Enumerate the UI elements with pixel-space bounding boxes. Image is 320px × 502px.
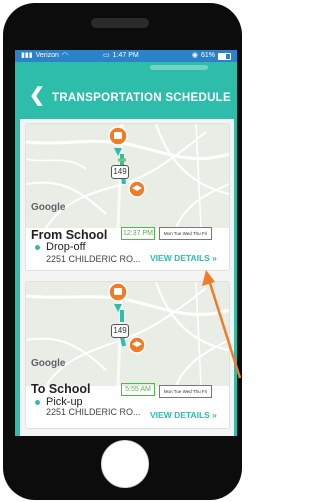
trip-days: Mon Tue Wed Thu Fri bbox=[159, 227, 212, 240]
trip-type: Drop-off bbox=[46, 241, 86, 253]
trip-type-dot bbox=[35, 245, 40, 250]
trip-title: To School bbox=[31, 382, 91, 396]
battery-percent: 61% bbox=[200, 52, 215, 59]
route-shield: 149 bbox=[111, 324, 129, 338]
phone-speaker bbox=[91, 18, 149, 28]
trip-time: 12:37 PM bbox=[121, 227, 155, 240]
page-title: TRANSPORTATION SCHEDULE bbox=[52, 92, 231, 104]
map-attribution: Google bbox=[31, 358, 66, 369]
trip-title: From School bbox=[31, 228, 108, 242]
phone-frame: ▮▮▮ Verizon ◠ ▭ 1:47 PM ◉ 61% ❮ TRANSPOR… bbox=[3, 3, 242, 500]
pointer-arrow-icon bbox=[202, 270, 242, 379]
app-header: ❮ TRANSPORTATION SCHEDULE bbox=[20, 75, 234, 119]
schedule-card-from-school[interactable]: 149 Google From School 12:37 PM Mon Tue … bbox=[25, 123, 230, 271]
home-button[interactable] bbox=[101, 440, 149, 488]
trip-type-dot bbox=[35, 400, 40, 405]
trip-address: 2251 CHILDERIC RO... bbox=[46, 254, 141, 264]
route-shield: 149 bbox=[111, 165, 129, 179]
map-attribution: Google bbox=[31, 202, 66, 213]
signal-icon: ▮▮▮ bbox=[21, 52, 33, 59]
status-bar: ▮▮▮ Verizon ◠ ▭ 1:47 PM ◉ 61% bbox=[15, 50, 237, 62]
carrier-label: Verizon bbox=[35, 52, 59, 59]
back-icon[interactable]: ❮ bbox=[29, 86, 45, 106]
trip-address: 2251 CHILDERIC RO... bbox=[46, 407, 141, 417]
view-details-link[interactable]: VIEW DETAILS » bbox=[150, 253, 217, 263]
route-map[interactable]: 149 Google bbox=[26, 124, 229, 228]
alarm-icon: ◉ bbox=[191, 52, 198, 59]
trip-time: 5:55 AM bbox=[121, 383, 155, 396]
top-handle bbox=[150, 65, 208, 70]
battery-icon bbox=[218, 52, 231, 60]
route-map[interactable]: 149 Google bbox=[26, 282, 229, 386]
status-time: 1:47 PM bbox=[112, 52, 139, 59]
wifi-icon: ◠ bbox=[61, 52, 69, 59]
screen-icon: ▭ bbox=[103, 52, 110, 59]
view-details-link[interactable]: VIEW DETAILS » bbox=[150, 410, 217, 420]
trip-days: Mon Tue Wed Thu Fri bbox=[159, 385, 212, 398]
